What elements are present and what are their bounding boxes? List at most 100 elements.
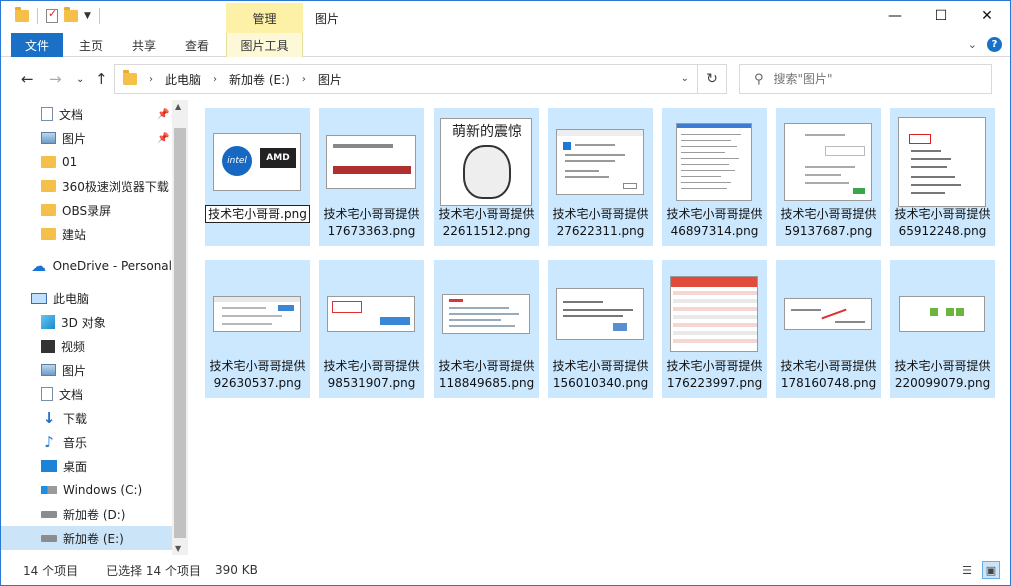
nav-item-this-pc[interactable]: 此电脑 xyxy=(1,286,172,310)
address-bar[interactable]: › 此电脑 › 新加卷 (E:) › 图片 ⌄ xyxy=(114,64,698,94)
nav-item-videos[interactable]: 视频 xyxy=(1,334,172,358)
file-thumbnail xyxy=(325,268,417,360)
pin-icon: 📌 xyxy=(157,108,170,120)
file-tile[interactable]: 技术宅小哥哥提供98531907.png xyxy=(319,260,424,398)
file-tile[interactable]: 技术宅小哥哥提供178160748.png xyxy=(776,260,881,398)
nav-item-folder-site[interactable]: 建站 xyxy=(1,222,172,246)
forward-arrow-icon[interactable]: → xyxy=(49,70,62,88)
nav-item-label: Windows (C:) xyxy=(63,483,143,497)
file-name: 技术宅小哥哥提供220099079.png xyxy=(894,359,991,390)
tab-view[interactable]: 查看 xyxy=(177,33,217,57)
file-tile[interactable]: 技术宅小哥哥提供27622311.png xyxy=(548,108,653,246)
recent-locations-icon[interactable]: ⌄ xyxy=(76,74,84,85)
properties-icon[interactable] xyxy=(46,7,58,23)
file-tile[interactable]: 技术宅小哥哥提供59137687.png xyxy=(776,108,881,246)
file-thumbnail xyxy=(554,116,646,208)
folder-icon xyxy=(15,7,29,22)
chevron-down-icon[interactable]: ⌄ xyxy=(968,38,977,51)
file-tile[interactable]: 技术宅小哥哥提供156010340.png xyxy=(548,260,653,398)
nav-item-label: 下载 xyxy=(63,411,88,426)
back-arrow-icon[interactable]: ← xyxy=(21,70,34,88)
nav-item-label: 音乐 xyxy=(63,435,88,450)
file-tile[interactable]: 技术宅小哥哥提供17673363.png xyxy=(319,108,424,246)
large-icons-view-icon[interactable]: ▣ xyxy=(982,561,1000,579)
breadcrumb-pictures[interactable]: 图片 xyxy=(318,71,342,88)
explorer-window: ▼ 管理 图片 — ☐ ✕ 文件 主页 共享 查看 图片工具 ⌄ ? ← → ⌄… xyxy=(0,0,1011,586)
nav-item-label: 桌面 xyxy=(63,459,88,474)
file-name: 技术宅小哥哥提供22611512.png xyxy=(438,207,535,238)
chevron-right-icon[interactable]: › xyxy=(149,74,153,85)
new-folder-icon[interactable] xyxy=(64,7,78,22)
nav-item-pictures-quick[interactable]: 图片 📌 xyxy=(1,126,172,150)
tab-home[interactable]: 主页 xyxy=(71,33,111,57)
divider xyxy=(98,8,100,24)
file-thumbnail xyxy=(440,268,532,360)
help-icon[interactable]: ? xyxy=(987,37,1002,52)
nav-scrollbar[interactable]: ▲ ▼ xyxy=(172,100,188,555)
tab-share[interactable]: 共享 xyxy=(124,33,164,57)
nav-item-music[interactable]: ♪ 音乐 xyxy=(1,430,172,454)
file-tile[interactable]: intel AMD 技术宅小哥哥.png xyxy=(205,108,310,246)
file-tile[interactable]: 技术宅小哥哥提供118849685.png xyxy=(434,260,539,398)
refresh-button[interactable]: ↻ xyxy=(697,64,727,94)
scrollbar-thumb[interactable] xyxy=(174,128,186,538)
maximize-button[interactable]: ☐ xyxy=(918,1,964,31)
details-view-icon[interactable]: ☰ xyxy=(958,561,976,579)
image-thumbnail xyxy=(784,123,872,201)
customize-toolbar-icon[interactable]: ▼ xyxy=(84,11,91,21)
nav-item-drive-d[interactable]: 新加卷 (D:) xyxy=(1,502,172,526)
context-tab-manage[interactable]: 管理 xyxy=(226,3,303,33)
file-view: intel AMD 技术宅小哥哥.png 技术宅小哥哥提供17673363.pn… xyxy=(189,100,1010,555)
nav-item-label: OBS录屏 xyxy=(62,203,112,218)
nav-item-folder-360-downloads[interactable]: 360极速浏览器下载 xyxy=(1,174,172,198)
nav-item-documents[interactable]: 文档 xyxy=(1,382,172,406)
nav-item-desktop[interactable]: 桌面 xyxy=(1,454,172,478)
image-thumbnail xyxy=(676,123,752,201)
scroll-down-icon[interactable]: ▼ xyxy=(175,544,181,553)
nav-item-label: 图片 xyxy=(62,363,87,378)
file-tile[interactable]: 技术宅小哥哥提供92630537.png xyxy=(205,260,310,398)
nav-item-drive-e[interactable]: 新加卷 (E:) xyxy=(1,526,172,550)
file-tile[interactable]: 技术宅小哥哥提供65912248.png xyxy=(890,108,995,246)
nav-item-3d-objects[interactable]: 3D 对象 xyxy=(1,310,172,334)
nav-item-pictures[interactable]: 图片 xyxy=(1,358,172,382)
file-tile[interactable]: 技术宅小哥哥提供220099079.png xyxy=(890,260,995,398)
search-input[interactable] xyxy=(773,72,974,86)
minimize-button[interactable]: — xyxy=(872,1,918,31)
item-count: 14 个项目 xyxy=(23,563,79,578)
search-icon: ⚲ xyxy=(754,71,764,87)
search-box[interactable]: ⚲ xyxy=(739,64,992,94)
breadcrumb-this-pc[interactable]: 此电脑 xyxy=(165,71,201,88)
file-tile[interactable]: 技术宅小哥哥提供176223997.png xyxy=(662,260,767,398)
file-name: 技术宅小哥哥提供46897314.png xyxy=(666,207,763,238)
drive-icon xyxy=(41,510,57,518)
up-arrow-icon[interactable]: ↑ xyxy=(95,70,108,88)
nav-item-folder-obs[interactable]: OBS录屏 xyxy=(1,198,172,222)
drive-icon xyxy=(41,534,57,542)
chevron-right-icon[interactable]: › xyxy=(213,74,217,85)
file-tile[interactable]: 技术宅小哥哥提供46897314.png xyxy=(662,108,767,246)
selected-count: 已选择 14 个项目 xyxy=(106,563,201,578)
thumbnail-caption: 萌新的震惊 xyxy=(452,124,522,140)
chevron-right-icon[interactable]: › xyxy=(302,74,306,85)
nav-item-documents-quick[interactable]: 文档 📌 xyxy=(1,102,172,126)
nav-item-folder-01[interactable]: 01 xyxy=(1,150,172,174)
tab-picture-tools[interactable]: 图片工具 xyxy=(226,33,303,57)
image-thumbnail xyxy=(899,296,985,332)
file-thumbnail xyxy=(896,268,988,360)
tab-file[interactable]: 文件 xyxy=(11,33,63,57)
close-button[interactable]: ✕ xyxy=(964,1,1010,31)
ribbon-right-controls: ⌄ ? xyxy=(968,37,1002,52)
file-thumbnail xyxy=(896,116,988,208)
file-name-rename-field[interactable]: 技术宅小哥哥.png xyxy=(205,205,310,223)
nav-item-drive-c[interactable]: Windows (C:) xyxy=(1,478,172,502)
nav-item-onedrive[interactable]: ☁ OneDrive - Personal xyxy=(1,254,172,278)
file-tile[interactable]: 萌新的震惊 技术宅小哥哥提供22611512.png xyxy=(434,108,539,246)
pictures-icon xyxy=(41,364,56,376)
desktop-icon xyxy=(41,460,57,472)
nav-item-downloads[interactable]: ↓ 下载 xyxy=(1,406,172,430)
breadcrumb-drive-e[interactable]: 新加卷 (E:) xyxy=(229,71,290,88)
address-dropdown-icon[interactable]: ⌄ xyxy=(681,73,689,84)
intel-logo-icon: intel xyxy=(222,146,252,176)
scroll-up-icon[interactable]: ▲ xyxy=(175,102,181,111)
